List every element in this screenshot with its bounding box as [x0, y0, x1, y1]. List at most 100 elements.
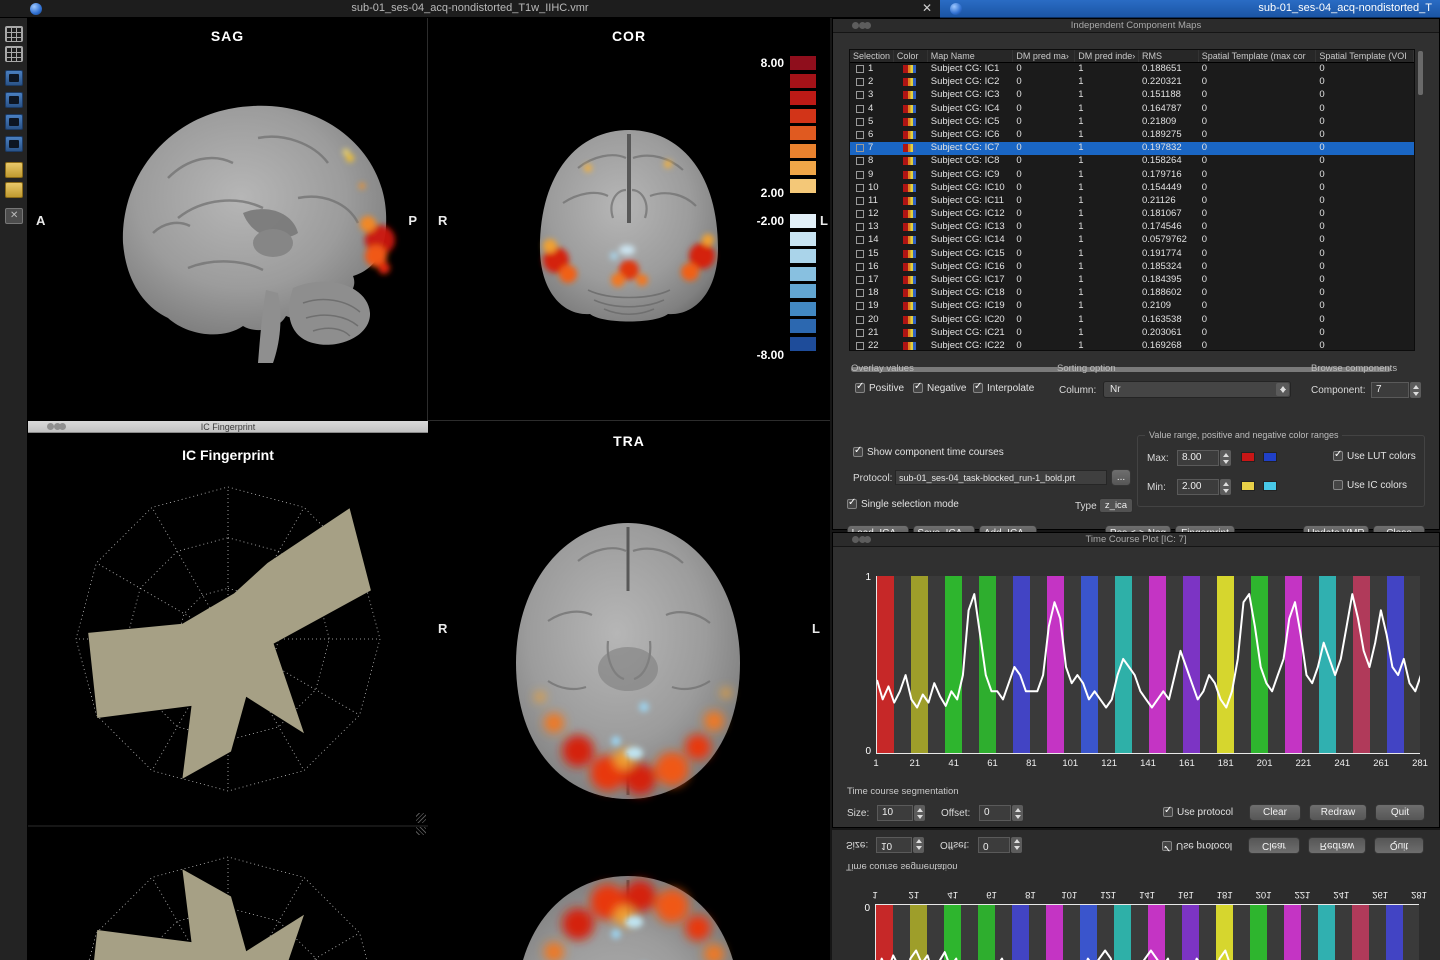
table-row[interactable]: 12Subject CG: IC12010.18106700	[850, 208, 1414, 221]
table-row[interactable]: 9Subject CG: IC9010.17971600	[850, 169, 1414, 182]
redraw-button[interactable]: Redraw	[1308, 837, 1366, 854]
table-row[interactable]: 15Subject CG: IC15010.19177400	[850, 248, 1414, 261]
table-row[interactable]: 11Subject CG: IC11010.2112600	[850, 195, 1414, 208]
offset-stepper[interactable]: 0	[979, 805, 1023, 821]
tra-view-panel[interactable]: TRA R L	[428, 420, 830, 960]
time-course-plot[interactable]	[876, 576, 1420, 754]
show-timecourses-checkbox[interactable]: Show component time courses	[853, 447, 1004, 458]
use-protocol-checkbox[interactable]: Use protocol	[1162, 840, 1232, 851]
row-checkbox[interactable]	[856, 91, 864, 99]
row-checkbox[interactable]	[856, 276, 864, 284]
use-protocol-checkbox[interactable]: Use protocol	[1163, 807, 1233, 818]
negative-color-swatch[interactable]	[1263, 452, 1277, 462]
sort-column-select[interactable]: Nr	[1103, 381, 1291, 398]
icm-dialog-titlebar[interactable]: Independent Component Maps	[833, 19, 1439, 33]
redraw-button[interactable]: Redraw	[1309, 804, 1367, 821]
table-row[interactable]: 19Subject CG: IC19010.210900	[850, 300, 1414, 313]
component-stepper[interactable]: 7	[1371, 382, 1421, 398]
row-checkbox[interactable]	[856, 289, 864, 297]
save-icon[interactable]	[5, 182, 23, 198]
positive-checkbox[interactable]: Positive	[855, 383, 904, 394]
resize-grip[interactable]	[416, 813, 426, 823]
protocol-browse-button[interactable]: ...	[1111, 469, 1131, 486]
table-row[interactable]: 20Subject CG: IC20010.16353800	[850, 314, 1414, 327]
single-selection-checkbox[interactable]: Single selection mode	[847, 499, 959, 510]
table-header-cell[interactable]: Color	[894, 50, 928, 62]
row-checkbox[interactable]	[856, 157, 864, 165]
component-table[interactable]: SelectionColorMap NameDM pred ma›DM pred…	[849, 49, 1415, 351]
use-ic-colors-checkbox[interactable]: Use IC colors	[1333, 480, 1407, 491]
interpolate-checkbox[interactable]: Interpolate	[973, 383, 1034, 394]
row-checkbox[interactable]	[856, 78, 864, 86]
table-row[interactable]: 3Subject CG: IC3010.15118800	[850, 89, 1414, 102]
table-row[interactable]: 14Subject CG: IC14010.057976200	[850, 234, 1414, 247]
offset-stepper[interactable]: 0	[978, 837, 1022, 853]
row-checkbox[interactable]	[856, 250, 864, 258]
positive-min-color-swatch[interactable]	[1241, 481, 1255, 491]
table-header-cell[interactable]: RMS	[1139, 50, 1199, 62]
grid-view-icon[interactable]	[5, 46, 23, 62]
table-row[interactable]: 22Subject CG: IC22010.16926800	[850, 340, 1414, 351]
close-icon[interactable]: ✕	[922, 1, 932, 15]
row-checkbox[interactable]	[856, 342, 864, 350]
clear-button[interactable]: Clear	[1248, 837, 1300, 854]
row-checkbox[interactable]	[856, 210, 864, 218]
table-header-cell[interactable]: DM pred inde›	[1075, 50, 1139, 62]
window-controls-icon[interactable]	[35, 423, 73, 430]
slice-view-icon[interactable]	[5, 26, 23, 42]
row-checkbox[interactable]	[856, 105, 864, 113]
protocol-field[interactable]: sub-01_ses-04_task-blocked_run-1_bold.pr…	[895, 470, 1107, 485]
table-row[interactable]: 8Subject CG: IC8010.15826400	[850, 155, 1414, 168]
size-stepper[interactable]: 10	[877, 805, 925, 821]
multi-view-icon[interactable]	[5, 136, 23, 152]
fingerprint-window-titlebar[interactable]: IC Fingerprint	[28, 421, 428, 433]
table-header-cell[interactable]: Spatial Template (max cor	[1199, 50, 1317, 62]
row-checkbox[interactable]	[856, 131, 864, 139]
table-header-cell[interactable]: Spatial Template (VOI	[1316, 50, 1414, 62]
time-course-plot[interactable]	[875, 904, 1419, 960]
window-controls-icon[interactable]	[840, 536, 878, 543]
table-row[interactable]: 6Subject CG: IC6010.18927500	[850, 129, 1414, 142]
positive-color-swatch[interactable]	[1241, 452, 1255, 462]
row-checkbox[interactable]	[856, 236, 864, 244]
row-checkbox[interactable]	[856, 197, 864, 205]
row-checkbox[interactable]	[856, 223, 864, 231]
table-header-cell[interactable]: Selection	[850, 50, 894, 62]
main-window-titlebar[interactable]: sub-01_ses-04_acq-nondistorted_T1w_IIHC.…	[0, 0, 940, 18]
time-course-titlebar[interactable]: Time Course Plot [IC: 7]	[833, 533, 1439, 547]
row-checkbox[interactable]	[856, 316, 864, 324]
table-row[interactable]: 5Subject CG: IC5010.2180900	[850, 116, 1414, 129]
table-header-cell[interactable]: DM pred ma›	[1013, 50, 1075, 62]
row-checkbox[interactable]	[856, 144, 864, 152]
window-controls-icon[interactable]	[840, 22, 878, 29]
row-checkbox[interactable]	[856, 302, 864, 310]
row-checkbox[interactable]	[856, 329, 864, 337]
quit-button[interactable]: Quit	[1375, 804, 1425, 821]
table-row[interactable]: 1Subject CG: IC1010.18865100	[850, 63, 1414, 76]
table-row[interactable]: 16Subject CG: IC16010.18532400	[850, 261, 1414, 274]
row-checkbox[interactable]	[856, 171, 864, 179]
table-row[interactable]: 7Subject CG: IC7010.19783200	[850, 142, 1414, 155]
sag-view-panel[interactable]: SAG A P	[28, 18, 428, 421]
clear-button[interactable]: Clear	[1249, 804, 1301, 821]
table-row[interactable]: 18Subject CG: IC18010.18860200	[850, 287, 1414, 300]
row-checkbox[interactable]	[856, 184, 864, 192]
secondary-window-titlebar[interactable]: sub-01_ses-04_acq-nondistorted_T	[940, 0, 1440, 18]
close-view-icon[interactable]	[5, 208, 23, 224]
table-row[interactable]: 2Subject CG: IC2010.22032100	[850, 76, 1414, 89]
negative-checkbox[interactable]: Negative	[913, 383, 966, 394]
use-lut-colors-checkbox[interactable]: Use LUT colors	[1333, 451, 1416, 462]
cor-view-icon[interactable]	[5, 92, 23, 108]
vertical-scrollbar[interactable]	[1418, 49, 1423, 351]
negative-min-color-swatch[interactable]	[1263, 481, 1277, 491]
row-checkbox[interactable]	[856, 65, 864, 73]
row-checkbox[interactable]	[856, 118, 864, 126]
table-row[interactable]: 10Subject CG: IC10010.15444900	[850, 182, 1414, 195]
size-stepper[interactable]: 10	[876, 837, 924, 853]
row-checkbox[interactable]	[856, 263, 864, 271]
cor-view-panel[interactable]: COR R L	[428, 18, 830, 421]
min-stepper[interactable]: 2.00	[1177, 479, 1231, 495]
table-row[interactable]: 17Subject CG: IC17010.18439500	[850, 274, 1414, 287]
table-row[interactable]: 4Subject CG: IC4010.16478700	[850, 103, 1414, 116]
table-row[interactable]: 13Subject CG: IC13010.17454600	[850, 221, 1414, 234]
